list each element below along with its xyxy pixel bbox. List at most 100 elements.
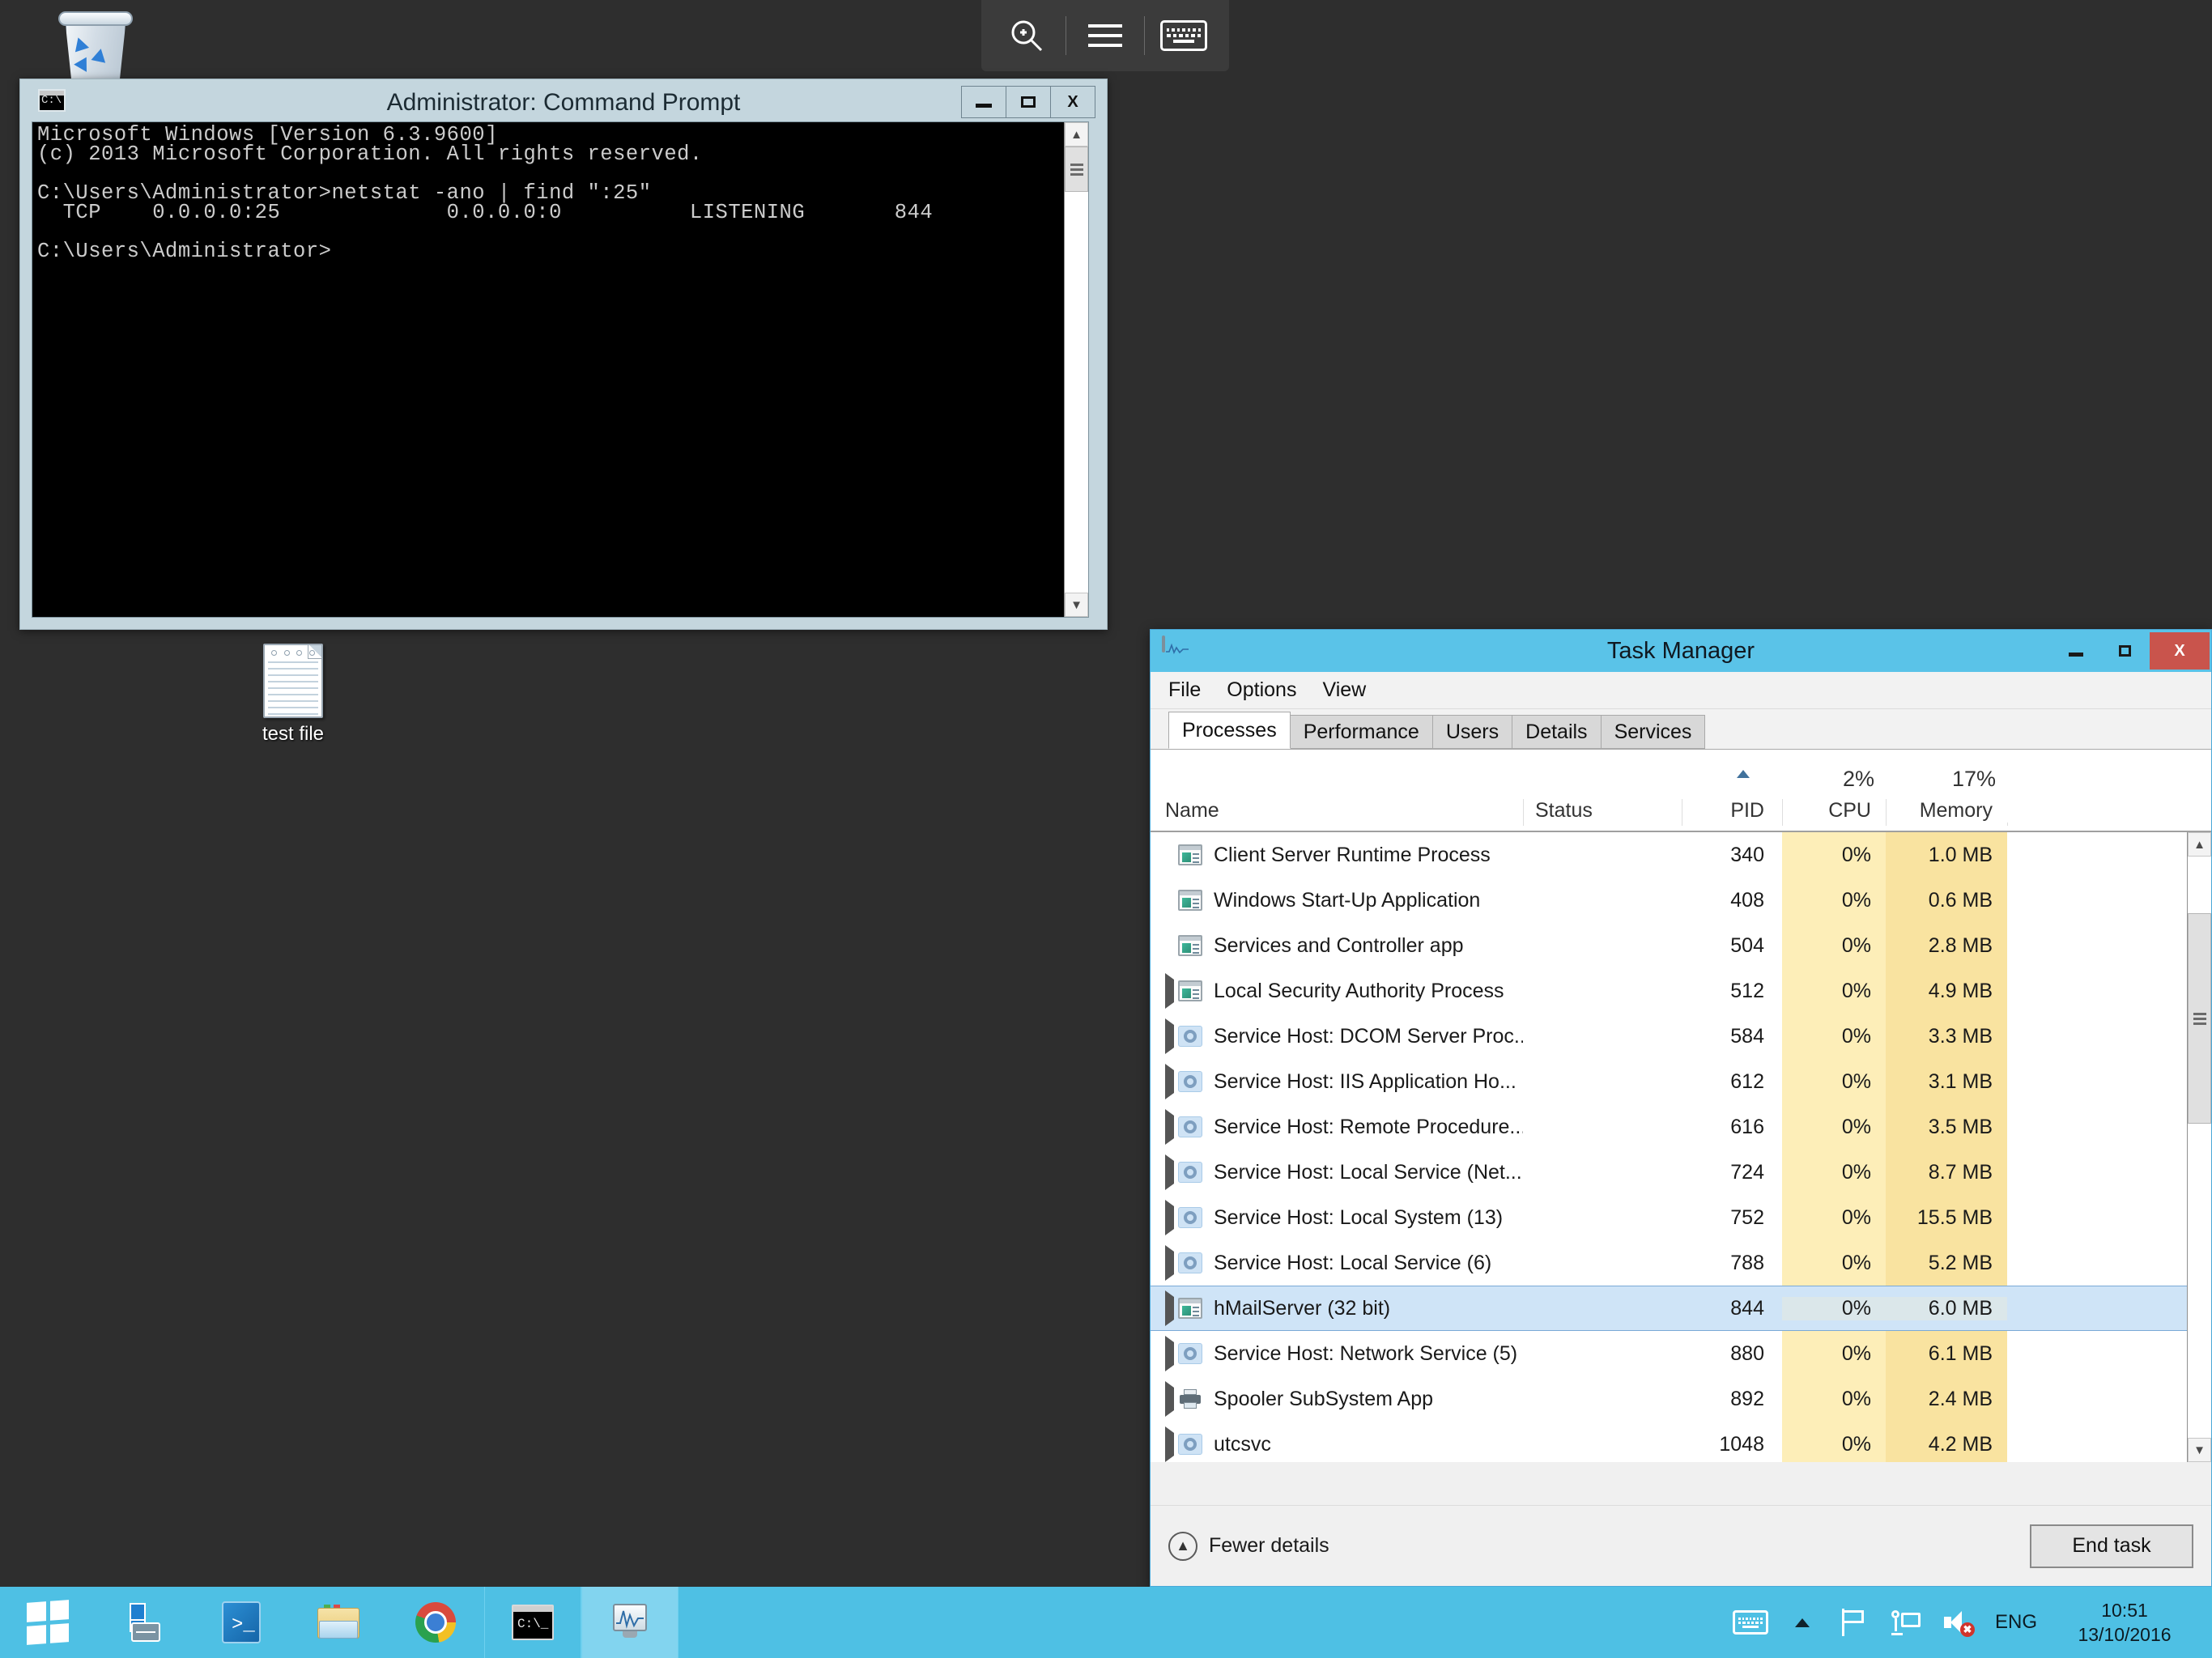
expand-toggle[interactable] [1151, 1206, 1178, 1230]
task-manager-footer: ▲ Fewer details End task [1151, 1505, 2211, 1586]
table-row[interactable]: Service Host: Remote Procedure...6160%3.… [1151, 1104, 2187, 1150]
command-prompt-window[interactable]: C:\ Administrator: Command Prompt X Micr… [19, 79, 1108, 630]
process-list-scrollbar[interactable]: ▲ ▼ [2187, 832, 2211, 1462]
process-pid: 408 [1682, 889, 1782, 912]
column-header-cpu[interactable]: 2% CPU [1782, 799, 1886, 826]
command-prompt-titlebar[interactable]: C:\ Administrator: Command Prompt X [20, 79, 1107, 121]
command-prompt-maximize-button[interactable] [1006, 86, 1051, 118]
table-row[interactable]: Client Server Runtime Process3400%1.0 MB [1151, 832, 2187, 878]
expand-toggle[interactable] [1151, 1342, 1178, 1366]
task-manager-minimize-button[interactable] [2052, 632, 2099, 670]
task-manager-caption-buttons: X [2052, 630, 2211, 672]
taskbar-task-manager[interactable] [581, 1587, 678, 1658]
menu-options[interactable]: Options [1227, 678, 1296, 702]
process-cpu: 0% [1782, 1070, 1886, 1094]
table-row[interactable]: Service Host: IIS Application Ho...6120%… [1151, 1059, 2187, 1104]
window-icon [1178, 844, 1202, 865]
desktop-icon-test-file[interactable]: test file [220, 644, 366, 746]
gear-icon [1178, 1071, 1202, 1092]
column-header-status[interactable]: Status [1523, 799, 1682, 826]
taskbar-command-prompt[interactable]: C:\_ [484, 1587, 581, 1658]
scroll-up-arrow-icon[interactable]: ▲ [1065, 122, 1088, 147]
table-row[interactable]: Service Host: Network Service (5)8800%6.… [1151, 1331, 2187, 1376]
table-row[interactable]: Service Host: Local Service (Net...7240%… [1151, 1150, 2187, 1195]
rdp-menu-button[interactable] [1066, 0, 1144, 71]
scrollbar-thumb[interactable] [1065, 147, 1088, 192]
tray-language-indicator[interactable]: ENG [1984, 1611, 2048, 1634]
chevron-right-icon [1165, 1381, 1174, 1417]
tray-action-center-button[interactable] [1828, 1587, 1880, 1658]
column-header-memory[interactable]: 17% Memory [1886, 799, 2007, 826]
command-prompt-client-area[interactable]: Microsoft Windows [Version 6.3.9600] (c)… [32, 121, 1089, 618]
table-row[interactable]: utcsvc10480%4.2 MB [1151, 1422, 2187, 1462]
tray-volume-button[interactable]: ✖ [1932, 1587, 1984, 1658]
expand-toggle[interactable] [1151, 1297, 1178, 1320]
task-manager-maximize-button[interactable] [2101, 632, 2148, 670]
tab-details[interactable]: Details [1512, 715, 1601, 749]
taskbar-chrome[interactable] [387, 1587, 484, 1658]
task-manager-titlebar[interactable]: Task Manager X [1151, 630, 2211, 672]
command-prompt-close-button[interactable]: X [1050, 86, 1095, 118]
expand-toggle[interactable] [1151, 1025, 1178, 1048]
table-row[interactable]: Service Host: Local Service (6)7880%5.2 … [1151, 1240, 2187, 1286]
process-memory: 5.2 MB [1886, 1252, 2007, 1275]
tab-processes[interactable]: Processes [1168, 712, 1291, 749]
command-prompt-minimize-button[interactable] [961, 86, 1006, 118]
rdp-keyboard-button[interactable] [1145, 0, 1223, 71]
process-pid: 1048 [1682, 1433, 1782, 1456]
taskbar-file-explorer[interactable] [290, 1587, 387, 1658]
tray-keyboard-button[interactable] [1725, 1587, 1776, 1658]
tray-clock[interactable]: 10:51 13/10/2016 [2048, 1598, 2201, 1647]
column-header-pid[interactable]: PID [1682, 799, 1782, 826]
tray-network-button[interactable] [1880, 1587, 1932, 1658]
table-row[interactable]: Local Security Authority Process5120%4.9… [1151, 968, 2187, 1014]
command-prompt-system-icon[interactable]: C:\ [38, 89, 66, 112]
expand-toggle[interactable] [1151, 1116, 1178, 1139]
process-pid: 612 [1682, 1070, 1782, 1094]
menu-view[interactable]: View [1322, 678, 1366, 702]
menu-file[interactable]: File [1168, 678, 1201, 702]
process-scrollbar-track[interactable] [2188, 857, 2211, 1438]
process-scroll-up-arrow-icon[interactable]: ▲ [2188, 832, 2211, 857]
process-rows[interactable]: Client Server Runtime Process3400%1.0 MB… [1151, 832, 2187, 1462]
task-manager-window[interactable]: Task Manager X File Options View Process… [1150, 629, 2212, 1587]
scrollbar-track[interactable] [1065, 147, 1088, 593]
start-button[interactable] [0, 1587, 96, 1658]
table-row[interactable]: Services and Controller app5040%2.8 MB [1151, 923, 2187, 968]
task-manager-close-button[interactable]: X [2150, 632, 2210, 670]
table-row[interactable]: Service Host: DCOM Server Proc...5840%3.… [1151, 1014, 2187, 1059]
expand-toggle[interactable] [1151, 1388, 1178, 1411]
task-manager-process-list[interactable]: Name Status PID 2% CPU 17% Memory Client… [1151, 750, 2211, 1462]
console-output[interactable]: Microsoft Windows [Version 6.3.9600] (c)… [32, 122, 1064, 617]
command-prompt-scrollbar[interactable]: ▲ ▼ [1064, 122, 1088, 617]
rdp-zoom-button[interactable] [988, 0, 1066, 71]
expand-toggle[interactable] [1151, 1252, 1178, 1275]
table-row[interactable]: Spooler SubSystem App8920%2.4 MB [1151, 1376, 2187, 1422]
taskbar-server-manager[interactable] [96, 1587, 193, 1658]
tab-services[interactable]: Services [1601, 715, 1706, 749]
table-row[interactable]: Windows Start-Up Application4080%0.6 MB [1151, 878, 2187, 923]
process-icon [1178, 1116, 1214, 1137]
end-task-button[interactable]: End task [2030, 1524, 2193, 1568]
process-cpu: 0% [1782, 1252, 1886, 1275]
process-cpu: 0% [1782, 1297, 1886, 1320]
expand-toggle[interactable] [1151, 1070, 1178, 1094]
column-header-name[interactable]: Name [1151, 799, 1523, 826]
table-row[interactable]: hMailServer (32 bit)8440%6.0 MB [1151, 1286, 2187, 1331]
taskbar-powershell[interactable]: >_ [193, 1587, 290, 1658]
process-scrollbar-thumb[interactable] [2188, 913, 2211, 1124]
tab-users[interactable]: Users [1432, 715, 1512, 749]
expand-toggle[interactable] [1151, 980, 1178, 1003]
chevron-right-icon [1165, 1064, 1174, 1099]
tray-show-hidden-icons-button[interactable] [1776, 1587, 1828, 1658]
process-memory: 3.3 MB [1886, 1025, 2007, 1048]
expand-toggle[interactable] [1151, 1161, 1178, 1184]
table-row[interactable]: Service Host: Local System (13)7520%15.5… [1151, 1195, 2187, 1240]
fewer-details-button[interactable]: ▲ Fewer details [1168, 1532, 1329, 1561]
tab-performance[interactable]: Performance [1290, 715, 1433, 749]
expand-toggle[interactable] [1151, 1433, 1178, 1456]
scroll-down-arrow-icon[interactable]: ▼ [1065, 593, 1088, 617]
process-scroll-down-arrow-icon[interactable]: ▼ [2188, 1438, 2211, 1462]
process-memory: 4.9 MB [1886, 980, 2007, 1003]
process-rows-container[interactable]: Client Server Runtime Process3400%1.0 MB… [1151, 832, 2211, 1462]
